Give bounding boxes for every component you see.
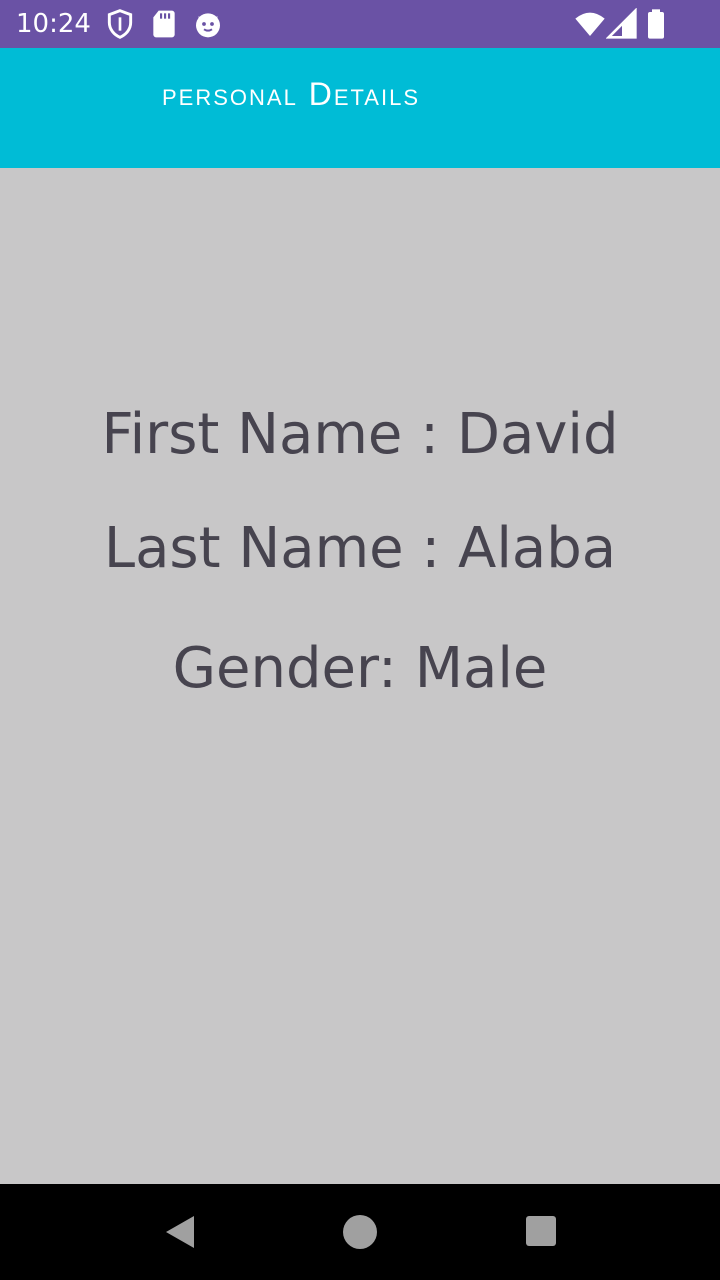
shield-icon <box>104 8 136 40</box>
back-icon[interactable] <box>160 1212 200 1252</box>
app-bar: personal Details <box>0 48 720 168</box>
page-title: personal Details <box>162 76 420 112</box>
last-name-text: Last Name : Alaba <box>103 516 617 581</box>
battery-icon <box>640 8 672 40</box>
cat-face-icon <box>192 8 224 40</box>
signal-icon <box>606 8 638 40</box>
home-icon[interactable] <box>340 1212 380 1252</box>
status-bar: 10:24 <box>0 0 720 48</box>
navigation-bar <box>0 1184 720 1280</box>
details-content: First Name : David Last Name : Alaba Gen… <box>0 168 720 1184</box>
screen: 10:24 personal Details First Name : Davi… <box>0 0 720 1280</box>
first-name-text: First Name : David <box>101 402 619 467</box>
sd-card-icon <box>148 8 180 40</box>
wifi-icon <box>574 8 606 40</box>
gender-text: Gender: Male <box>172 636 548 701</box>
status-time: 10:24 <box>16 9 91 39</box>
recents-icon[interactable] <box>522 1212 562 1252</box>
